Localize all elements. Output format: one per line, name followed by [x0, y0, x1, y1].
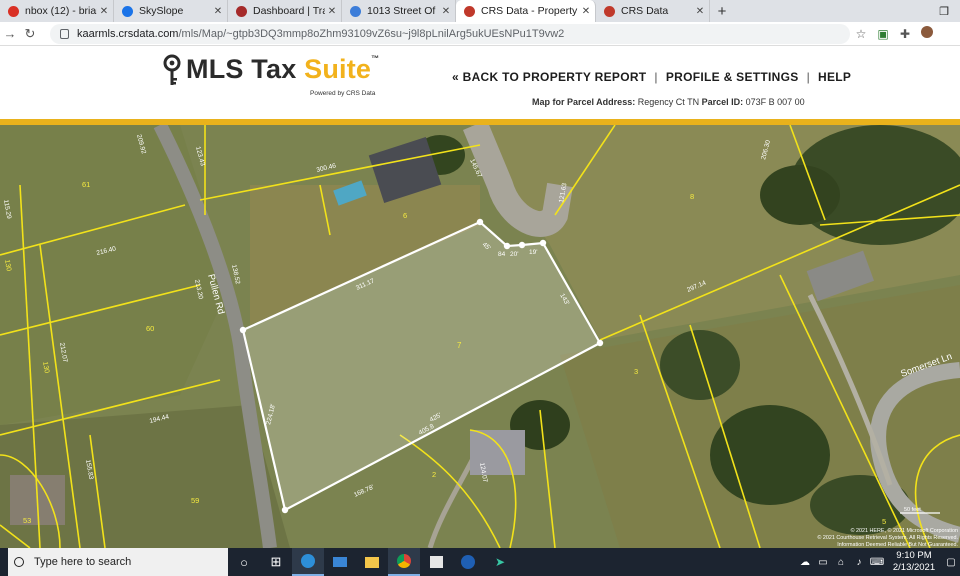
file-explorer-icon[interactable] [356, 548, 388, 576]
aerial-map-canvas[interactable]: 61 60 59 53 6 8 3 2 5 7 209.92 123.43 11… [0, 125, 960, 548]
clock[interactable]: 9:10 PM 2/13/2021 [886, 550, 942, 574]
search-icon [14, 557, 24, 567]
url-path: /mls/Map/~gtpb3DQ3mmp8oZhm93109vZ6su~j9l… [178, 27, 565, 40]
volume-icon[interactable]: ♪ [850, 557, 868, 568]
logo-text: MLS Tax [186, 54, 305, 84]
help-link[interactable]: HELP [818, 70, 851, 84]
taskbar-search[interactable]: Type here to search [8, 548, 228, 576]
parcel-info: Map for Parcel Address: Regency Ct TN Pa… [532, 97, 805, 107]
app-icon[interactable] [452, 548, 484, 576]
house [470, 430, 525, 475]
tab-crs-property-map[interactable]: CRS Data - Property Map for✕ [456, 0, 596, 22]
tab-crs-data[interactable]: CRS Data ✕ [596, 0, 710, 22]
weather-cloud-icon[interactable]: ☁ [796, 557, 814, 568]
lot-number: 53 [23, 516, 31, 525]
lot-number: 7 [457, 341, 462, 350]
windows-taskbar: Type here to search ○ ⊞ ➤ ☁ ▭ ⌂ ♪ ⌨ 9:10… [0, 548, 960, 576]
close-tab-icon[interactable]: ✕ [693, 6, 707, 17]
system-tray: ☁ ▭ ⌂ ♪ ⌨ 9:10 PM 2/13/2021 ▢ [796, 548, 960, 576]
transactiondesk-icon [236, 5, 247, 17]
map-pin-icon [350, 5, 361, 17]
gmail-icon [8, 5, 19, 17]
parcel-map[interactable]: 61 60 59 53 6 8 3 2 5 7 209.92 123.43 11… [0, 125, 960, 548]
crs-icon [464, 5, 475, 17]
app-icon[interactable]: ➤ [484, 548, 516, 576]
avatar[interactable] [916, 26, 938, 41]
skyslope-icon [122, 5, 133, 17]
mls-tax-suite-logo[interactable]: MLS Tax Suite™ Powered by CRS Data [162, 54, 379, 97]
close-tab-icon[interactable]: ✕ [579, 6, 593, 17]
edge-icon[interactable] [292, 548, 324, 576]
lot-number: 61 [82, 180, 90, 189]
cortana-icon[interactable]: ○ [228, 548, 260, 576]
parcel-address: Regency Ct TN [637, 97, 700, 107]
reload-icon[interactable]: ↻ [20, 26, 40, 42]
logo-text-accent: Suite [304, 54, 372, 84]
star-icon[interactable]: ☆ [850, 27, 872, 41]
tab-inbox[interactable]: nbox (12) - brianshafferreale✕ [0, 0, 114, 22]
restore-window-icon[interactable]: ❐ [928, 0, 960, 22]
chrome-icon[interactable] [388, 548, 420, 576]
dimension-label: 19' [529, 249, 537, 256]
start-button[interactable] [0, 548, 8, 576]
back-to-property-report-link[interactable]: « BACK TO PROPERTY REPORT [452, 70, 646, 84]
lot-number: 2 [432, 470, 436, 479]
close-tab-icon[interactable]: ✕ [439, 6, 453, 17]
close-tab-icon[interactable]: ✕ [97, 6, 111, 17]
profile-settings-link[interactable]: PROFILE & SETTINGS [666, 70, 799, 84]
new-tab-button[interactable]: + [710, 0, 734, 22]
url-host: kaarmls.crsdata.com [77, 27, 179, 40]
lot-number: 6 [403, 211, 407, 220]
url-field[interactable]: kaarmls.crsdata.com/mls/Map/~gtpb3DQ3mmp… [50, 23, 850, 44]
top-nav: « BACK TO PROPERTY REPORT | PROFILE & SE… [452, 70, 852, 84]
clock-time: 9:10 PM [896, 550, 932, 561]
address-bar: → ↻ kaarmls.crsdata.com/mls/Map/~gtpb3DQ… [0, 22, 960, 46]
tab-transactiondesk[interactable]: Dashboard | TransactionDesk✕ [228, 0, 342, 22]
logo-subtitle: Powered by CRS Data [310, 90, 376, 97]
extension-icon[interactable]: ▣ [872, 27, 894, 41]
svg-text:50 feet: 50 feet [904, 507, 921, 513]
lot-number: 59 [191, 496, 199, 505]
back-arrow-icon[interactable]: → [0, 26, 20, 41]
network-icon[interactable]: ⌂ [832, 557, 850, 568]
store-icon[interactable] [420, 548, 452, 576]
puzzle-icon[interactable]: ✚ [894, 27, 916, 41]
lot-number: 8 [690, 192, 694, 201]
close-tab-icon[interactable]: ✕ [211, 6, 225, 17]
tree-cluster [760, 165, 840, 225]
notification-icon[interactable]: ▢ [942, 557, 960, 568]
close-tab-icon[interactable]: ✕ [325, 6, 339, 17]
key-pin-icon [163, 54, 181, 85]
svg-text:© 2021 Courthouse Retrieval Sy: © 2021 Courthouse Retrieval System. All … [817, 534, 958, 541]
clock-date: 2/13/2021 [892, 562, 936, 573]
dimension-label: 84 [498, 251, 506, 258]
tree-cluster [660, 330, 740, 400]
lot-number: 5 [882, 517, 886, 526]
site-header: MLS Tax Suite™ Powered by CRS Data « BAC… [0, 46, 960, 120]
lot-number: 60 [146, 324, 154, 333]
language-icon[interactable]: ⌨ [868, 557, 886, 568]
search-placeholder: Type here to search [34, 556, 132, 568]
tab-strip: nbox (12) - brianshafferreale✕ SkySlope✕… [0, 0, 960, 22]
parcel-id: 073F B 007 00 [745, 97, 805, 107]
battery-icon[interactable]: ▭ [814, 557, 832, 568]
svg-text:© 2021 HERE, © 2021 Microsoft: © 2021 HERE, © 2021 Microsoft Corporatio… [851, 527, 958, 534]
task-view-icon[interactable]: ⊞ [260, 548, 292, 576]
tree-cluster [710, 405, 830, 505]
lock-icon [60, 28, 69, 39]
tab-skyslope[interactable]: SkySlope ✕ [114, 0, 228, 22]
tab-street-of-dreams[interactable]: 1013 Street Of Dreams, Gatlin✕ [342, 0, 456, 22]
lot-number: 3 [634, 367, 638, 376]
mail-icon[interactable] [324, 548, 356, 576]
crs-icon [604, 5, 615, 17]
dimension-label: 20' [510, 251, 518, 258]
